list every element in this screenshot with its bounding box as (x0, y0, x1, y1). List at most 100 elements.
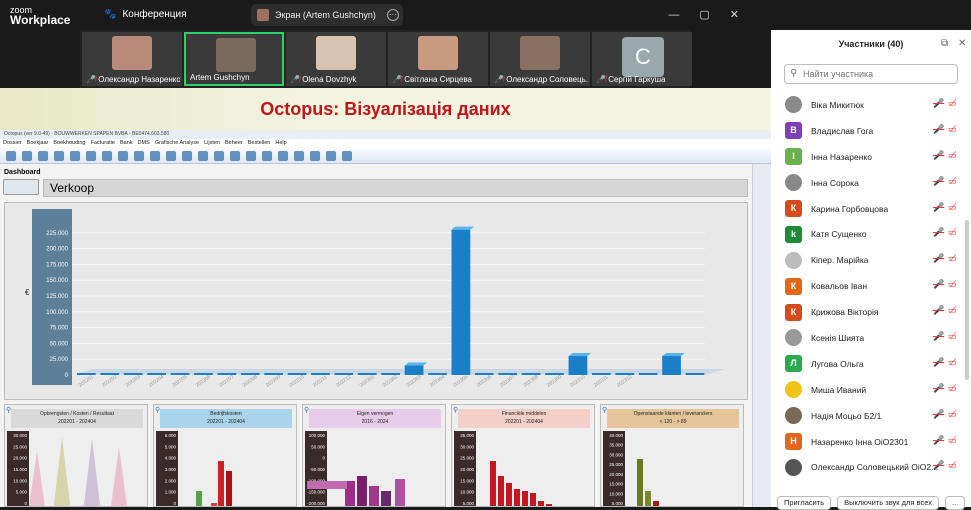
menu-item[interactable]: Bestellen (248, 139, 271, 148)
participant-row[interactable]: Інна Сорока 🎤 ▭̸ (771, 170, 963, 196)
menu-item[interactable]: Beheer (225, 139, 243, 148)
participant-row[interactable]: Н Назаренко Інна ОіО2301 🎤 ▭̸ (771, 429, 963, 455)
screen-share-indicator[interactable]: Экран (Artem Gushchyn) ··· (251, 4, 403, 26)
close-icon[interactable]: ✕ (958, 30, 966, 58)
menu-item[interactable]: Boekhouding (53, 139, 85, 148)
more-button[interactable]: ... (944, 496, 966, 510)
camera-off-icon[interactable]: ▭̸ (948, 435, 957, 446)
camera-off-icon[interactable]: ▭̸ (948, 98, 957, 109)
toolbar-button-icon[interactable] (54, 150, 64, 161)
camera-off-icon[interactable]: ▭̸ (948, 383, 957, 394)
camera-off-icon[interactable]: ▭̸ (948, 357, 957, 368)
mic-muted-icon[interactable]: 🎤 (933, 409, 944, 420)
menu-item[interactable]: Grafische Analyse (155, 139, 199, 148)
menu-item[interactable]: Help (275, 139, 286, 148)
mic-muted-icon[interactable]: 🎤 (933, 460, 944, 471)
participant-row[interactable]: І Інна Назаренко 🎤 ▭̸ (771, 144, 963, 170)
toolbar-button-icon[interactable] (326, 150, 336, 161)
participant-row[interactable]: Л Лугова Ольга 🎤 ▭̸ (771, 351, 963, 377)
mic-muted-icon[interactable]: 🎤 (933, 383, 944, 394)
toolbar-button-icon[interactable] (310, 150, 320, 161)
camera-off-icon[interactable]: ▭̸ (948, 305, 957, 316)
menu-item[interactable]: Boekjaar (27, 139, 49, 148)
popout-icon[interactable]: ⧉ (941, 30, 948, 58)
mic-muted-icon[interactable]: 🎤 (933, 202, 944, 213)
meeting-menu[interactable]: 🐾 Конференция (104, 9, 187, 20)
invite-button[interactable]: Пригласить (777, 496, 832, 510)
menu-item[interactable]: Lijsten (204, 139, 220, 148)
mic-muted-icon[interactable]: 🎤 (933, 150, 944, 161)
participant-row[interactable]: k Катя Сущенко 🎤 ▭̸ (771, 221, 963, 247)
toolbar-button-icon[interactable] (294, 150, 304, 161)
toolbar-button-icon[interactable] (134, 150, 144, 161)
video-tile[interactable]: 🎤̸ Олександр Назаренко (82, 32, 182, 86)
dashboard-panel[interactable]: ⚲ Openstaande klanten / leveranciers < 120… (600, 404, 744, 507)
camera-off-icon[interactable]: ▭̸ (948, 150, 957, 161)
more-options-icon[interactable]: ··· (387, 9, 399, 21)
toolbar-button-icon[interactable] (102, 150, 112, 161)
video-tile[interactable]: 🎤̸ Olena Dovzhyk (286, 32, 386, 86)
camera-off-icon[interactable]: ▭̸ (948, 124, 957, 135)
toolbar-button-icon[interactable] (70, 150, 80, 161)
camera-off-icon[interactable]: ▭̸ (948, 253, 957, 264)
camera-off-icon[interactable]: ▭̸ (948, 279, 957, 290)
toolbar-button-icon[interactable] (230, 150, 240, 161)
menu-item[interactable]: Dossier (3, 139, 22, 148)
dashboard-panel[interactable]: ⚲ Eigen vermogen 2016 - 2024 100.000 50.000 0… (302, 404, 446, 507)
participant-row[interactable]: Ксенія Шията 🎤 ▭̸ (771, 325, 963, 351)
menu-item[interactable]: DMS (138, 139, 150, 148)
mic-muted-icon[interactable]: 🎤 (933, 305, 944, 316)
toolbar-button-icon[interactable] (150, 150, 160, 161)
participant-row[interactable]: Олександр Соловецький ОіО2... 🎤 ▭̸ (771, 454, 963, 480)
participant-row[interactable]: Миша Иваний 🎤 ▭̸ (771, 377, 963, 403)
video-tile[interactable]: Artem Gushchyn (184, 32, 284, 86)
camera-off-icon[interactable]: ▭̸ (948, 331, 957, 342)
participant-row[interactable]: К Карина Горбовцова 🎤 ▭̸ (771, 196, 963, 222)
toolbar-button-icon[interactable] (278, 150, 288, 161)
mic-muted-icon[interactable]: 🎤 (933, 98, 944, 109)
camera-off-icon[interactable]: ▭̸ (948, 176, 957, 187)
camera-off-icon[interactable]: ▭̸ (948, 460, 957, 471)
toolbar-button-icon[interactable] (214, 150, 224, 161)
participant-scrollbar[interactable] (965, 220, 969, 380)
window-controls[interactable]: —▢✕ (668, 8, 759, 21)
video-tile[interactable]: 🎤̸ Олександр Соловець... (490, 32, 590, 86)
sales-gear-icon[interactable] (3, 179, 39, 195)
toolbar-button-icon[interactable] (86, 150, 96, 161)
mic-muted-icon[interactable]: 🎤 (933, 227, 944, 238)
participant-row[interactable]: К Ковальов Іван 🎤 ▭̸ (771, 273, 963, 299)
dashboard-panel[interactable]: ⚲ Financiële middelen 202201 - 202404 35.00… (451, 404, 595, 507)
camera-off-icon[interactable]: ▭̸ (948, 227, 957, 238)
participant-row[interactable]: В Владислав Гога 🎤 ▭̸ (771, 118, 963, 144)
mic-muted-icon[interactable]: 🎤 (933, 435, 944, 446)
dashboard-panel[interactable]: ⚲ Bedrijfskosten 202201 - 202404 6.000 5.000… (153, 404, 297, 507)
mic-muted-icon[interactable]: 🎤 (933, 279, 944, 290)
menu-item[interactable]: Facturatie (91, 139, 115, 148)
toolbar-button-icon[interactable] (166, 150, 176, 161)
participant-row[interactable]: Кіпер. Марійка 🎤 ▭̸ (771, 247, 963, 273)
video-tile[interactable]: C 🎤̸ Сергій Гаркуша (592, 32, 692, 86)
dashboard-panel[interactable]: ⚲ Opbrengsten / Kosten / Resultaat 202201 … (4, 404, 148, 507)
mute-all-button[interactable]: Выключить звук для всех (837, 496, 939, 510)
menu-item[interactable]: Bank (120, 139, 133, 148)
toolbar-button-icon[interactable] (198, 150, 208, 161)
mic-muted-icon[interactable]: 🎤 (933, 124, 944, 135)
camera-off-icon[interactable]: ▭̸ (948, 202, 957, 213)
mic-muted-icon[interactable]: 🎤 (933, 331, 944, 342)
mic-muted-icon[interactable]: 🎤 (933, 253, 944, 264)
toolbar-button-icon[interactable] (6, 150, 16, 161)
toolbar-button-icon[interactable] (38, 150, 48, 161)
participant-search-input[interactable]: ⚲ Найти участника (784, 64, 958, 84)
toolbar-button-icon[interactable] (262, 150, 272, 161)
video-tile[interactable]: 🎤̸ Світлана Сирцева (388, 32, 488, 86)
participant-row[interactable]: Віка Микитюк 🎤 ▭̸ (771, 92, 963, 118)
toolbar-button-icon[interactable] (342, 150, 352, 161)
toolbar-button-icon[interactable] (22, 150, 32, 161)
participant-row[interactable]: Надія Моцьо Б2/1 🎤 ▭̸ (771, 403, 963, 429)
toolbar-button-icon[interactable] (246, 150, 256, 161)
participant-row[interactable]: К Крижова Вікторія 🎤 ▭̸ (771, 299, 963, 325)
camera-off-icon[interactable]: ▭̸ (948, 409, 957, 420)
mic-muted-icon[interactable]: 🎤 (933, 357, 944, 368)
toolbar-button-icon[interactable] (182, 150, 192, 161)
toolbar-button-icon[interactable] (118, 150, 128, 161)
